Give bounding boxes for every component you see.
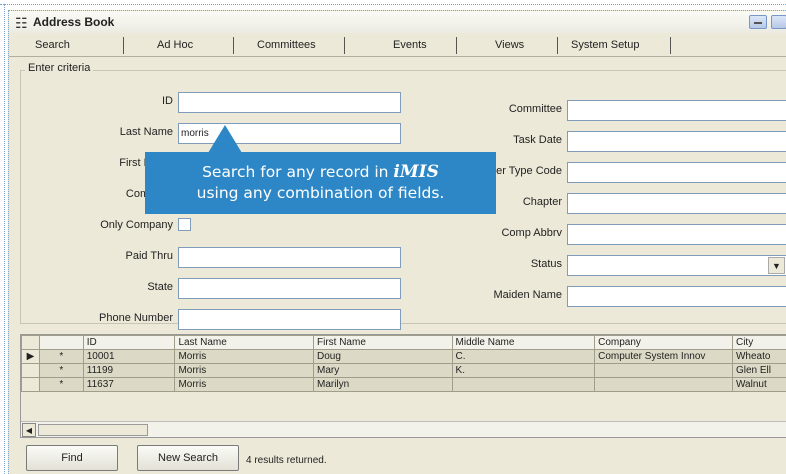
tab-committees[interactable]: Committees bbox=[257, 39, 316, 51]
chapter-input[interactable] bbox=[567, 193, 786, 214]
criteria-legend: Enter criteria bbox=[25, 62, 94, 74]
minimize-icon bbox=[754, 22, 762, 24]
results-header-row: ID Last Name First Name Middle Name Comp… bbox=[21, 335, 786, 350]
maiden-name-label: Maiden Name bbox=[493, 289, 562, 301]
selection-border-left bbox=[4, 4, 5, 474]
state-input[interactable] bbox=[178, 278, 401, 299]
column-header-city[interactable]: City bbox=[731, 335, 786, 350]
row-marker: * bbox=[38, 377, 84, 392]
maximize-button[interactable] bbox=[771, 15, 786, 29]
cell-city[interactable]: Wheato bbox=[731, 349, 786, 364]
id-label: ID bbox=[162, 95, 173, 107]
table-row[interactable]: * 11637 Morris Marilyn Walnut bbox=[21, 377, 786, 392]
committee-label: Committee bbox=[508, 103, 562, 115]
results-status: 4 results returned. bbox=[246, 455, 327, 466]
imis-brand: iMIS bbox=[393, 162, 439, 182]
tab-events[interactable]: Events bbox=[393, 39, 427, 51]
id-input[interactable] bbox=[178, 92, 401, 113]
cell-first-name[interactable]: Mary bbox=[312, 363, 453, 378]
cell-middle-name[interactable] bbox=[451, 377, 596, 392]
task-date-input[interactable] bbox=[567, 131, 786, 152]
committee-input[interactable] bbox=[567, 100, 786, 121]
comp-abbrv-label: Comp Abbrv bbox=[501, 227, 562, 239]
member-type-code-input[interactable] bbox=[567, 162, 786, 183]
phone-number-label: Phone Number bbox=[99, 312, 173, 324]
tab-views[interactable]: Views bbox=[495, 39, 524, 51]
column-header-id[interactable]: ID bbox=[82, 335, 176, 350]
status-label: Status bbox=[530, 258, 562, 270]
selection-border-top bbox=[0, 4, 786, 5]
minimize-button[interactable] bbox=[749, 15, 767, 29]
row-marker: * bbox=[38, 363, 84, 378]
cell-id[interactable]: 10001 bbox=[82, 349, 176, 364]
cell-id[interactable]: 11637 bbox=[82, 377, 176, 392]
cell-last-name[interactable]: Morris bbox=[174, 363, 314, 378]
cell-company[interactable] bbox=[594, 363, 733, 378]
cell-first-name[interactable]: Marilyn bbox=[312, 377, 453, 392]
chevron-down-icon[interactable]: ▼ bbox=[768, 257, 785, 274]
column-header-company[interactable]: Company bbox=[594, 335, 733, 350]
callout-line2: using any combination of fields. bbox=[196, 184, 445, 202]
tab-separator bbox=[233, 37, 234, 54]
last-name-label: Last Name bbox=[119, 126, 173, 138]
cell-last-name[interactable]: Morris bbox=[174, 377, 314, 392]
tab-separator bbox=[670, 37, 671, 54]
find-button[interactable]: Find bbox=[26, 445, 118, 471]
tab-separator bbox=[456, 37, 457, 54]
cell-middle-name[interactable]: C. bbox=[451, 349, 596, 364]
cell-last-name[interactable]: Morris bbox=[174, 349, 314, 364]
tab-separator bbox=[123, 37, 124, 54]
tab-ad-hoc[interactable]: Ad Hoc bbox=[157, 39, 193, 51]
state-label: State bbox=[147, 281, 173, 293]
cell-company[interactable]: Computer System Innov bbox=[594, 349, 733, 364]
callout-box: Search for any record in iMIS using any … bbox=[145, 152, 496, 214]
task-date-label: Task Date bbox=[513, 134, 562, 146]
cell-middle-name[interactable]: K. bbox=[451, 363, 596, 378]
title-bar: ☷ Address Book bbox=[9, 11, 786, 33]
horizontal-scrollbar[interactable]: ◀ bbox=[21, 421, 786, 437]
scroll-left-icon[interactable]: ◀ bbox=[22, 423, 36, 437]
results-table: ID Last Name First Name Middle Name Comp… bbox=[21, 335, 786, 392]
tab-search[interactable]: Search bbox=[35, 39, 70, 51]
row-selector bbox=[21, 377, 40, 392]
tab-bar: Search Ad Hoc Committees Events Views Sy… bbox=[9, 33, 786, 57]
only-company-checkbox[interactable] bbox=[178, 218, 191, 231]
column-header-last-name[interactable]: Last Name bbox=[174, 335, 314, 350]
address-book-icon: ☷ bbox=[15, 15, 28, 31]
row-selector-header bbox=[21, 335, 40, 350]
window-title: Address Book bbox=[33, 15, 115, 29]
maiden-name-input[interactable] bbox=[567, 286, 786, 307]
scrollbar-thumb[interactable] bbox=[38, 424, 148, 436]
status-select[interactable]: ▼ bbox=[567, 255, 786, 276]
row-selector bbox=[21, 363, 40, 378]
marker-header bbox=[38, 335, 84, 350]
only-company-label: Only Company bbox=[100, 219, 173, 231]
cell-city[interactable]: Glen Ell bbox=[731, 363, 786, 378]
results-grid: ID Last Name First Name Middle Name Comp… bbox=[20, 334, 786, 438]
tab-system-setup[interactable]: System Setup bbox=[571, 39, 639, 51]
column-header-middle-name[interactable]: Middle Name bbox=[451, 335, 596, 350]
address-book-window: ☷ Address Book Search Ad Hoc Committees … bbox=[8, 10, 786, 474]
cell-first-name[interactable]: Doug bbox=[312, 349, 453, 364]
current-row-arrow-icon: ▶ bbox=[21, 349, 40, 364]
paid-thru-label: Paid Thru bbox=[125, 250, 174, 262]
cell-city[interactable]: Walnut bbox=[731, 377, 786, 392]
paid-thru-input[interactable] bbox=[178, 247, 401, 268]
bottom-bar: Find New Search 4 results returned. bbox=[9, 442, 786, 474]
cell-company[interactable] bbox=[594, 377, 733, 392]
table-row[interactable]: ▶ * 10001 Morris Doug C. Computer System… bbox=[21, 349, 786, 364]
callout-line1: Search for any record in iMIS bbox=[202, 162, 439, 182]
new-search-button[interactable]: New Search bbox=[137, 445, 239, 471]
tab-separator bbox=[557, 37, 558, 54]
callout-pointer bbox=[208, 125, 242, 153]
comp-abbrv-input[interactable] bbox=[567, 224, 786, 245]
callout-text: Search for any record in iMIS using any … bbox=[145, 162, 496, 204]
phone-number-input[interactable] bbox=[178, 309, 401, 330]
tab-separator bbox=[344, 37, 345, 54]
row-marker: * bbox=[38, 349, 84, 364]
column-header-first-name[interactable]: First Name bbox=[312, 335, 453, 350]
table-row[interactable]: * 11199 Morris Mary K. Glen Ell bbox=[21, 363, 786, 378]
cell-id[interactable]: 11199 bbox=[82, 363, 176, 378]
